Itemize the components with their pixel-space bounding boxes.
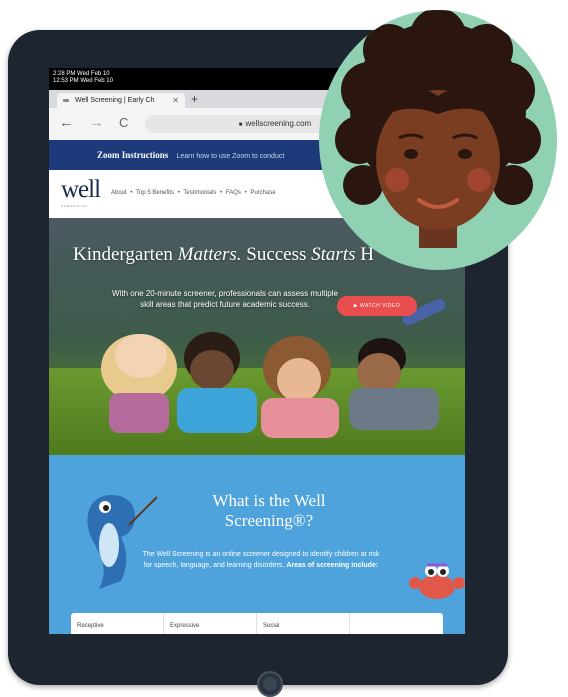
site-logo[interactable]: well [61,176,101,204]
about-title: What is the Well Screening®? [212,491,326,530]
nav-separator: • [130,190,133,196]
watch-video-button[interactable]: ▶ WATCH VIDEO [337,296,417,316]
dolphin-illustration [87,495,158,589]
lock-icon: ■ [238,122,243,128]
browser-tab[interactable]: Well Screening | Early Ch ✕ [57,93,185,108]
nav-separator: • [244,190,247,196]
forward-button[interactable]: → [89,114,104,131]
nav-separator: • [177,190,180,196]
screening-area-card[interactable]: Receptive [71,613,164,634]
site-logo-subtitle: SCREENING [61,204,88,208]
screening-area-card[interactable] [350,613,443,634]
crab-illustration [409,563,465,599]
nav-separator: • [220,190,223,196]
site-nav-links: About • Top 5 Benefits • Testimonials • … [111,190,278,196]
zoom-banner-title: Zoom Instructions [97,150,169,160]
reload-button[interactable]: C [119,115,128,130]
new-tab-button[interactable]: + [191,90,198,108]
back-button[interactable]: ← [59,114,74,131]
screening-area-card[interactable]: Social [257,613,350,634]
nav-link-faqs[interactable]: FAQs [226,190,241,196]
nav-link-purchase[interactable]: Purchase [250,190,275,196]
about-description: The Well Screening is an online screener… [142,551,380,569]
url-text: wellscreening.com [245,119,312,128]
hero-description: With one 20-minute screener, professiona… [112,289,338,309]
screening-area-card[interactable]: Expressive [164,613,257,634]
nav-link-benefits[interactable]: Top 5 Benefits [136,190,174,196]
hero-title: Kindergarten Matters. Success Starts H [73,244,374,265]
home-button[interactable] [257,671,283,697]
about-areas-heading: Areas of screening include: [286,562,379,569]
favicon-icon [63,99,69,102]
close-tab-icon[interactable]: ✕ [172,93,179,108]
zoom-banner-text: Learn how to use Zoom to conduct [176,153,285,160]
nav-link-testimonials[interactable]: Testimonials [183,190,216,196]
screening-areas-table: Receptive Expressive Social [71,613,443,634]
nav-link-about[interactable]: About [111,190,127,196]
avatar-illustration [319,10,557,270]
about-section: What is the Well Screening®? The Well Sc… [49,455,465,634]
avatar-face-icon [335,10,541,248]
tab-title: Well Screening | Early Ch [75,97,155,104]
